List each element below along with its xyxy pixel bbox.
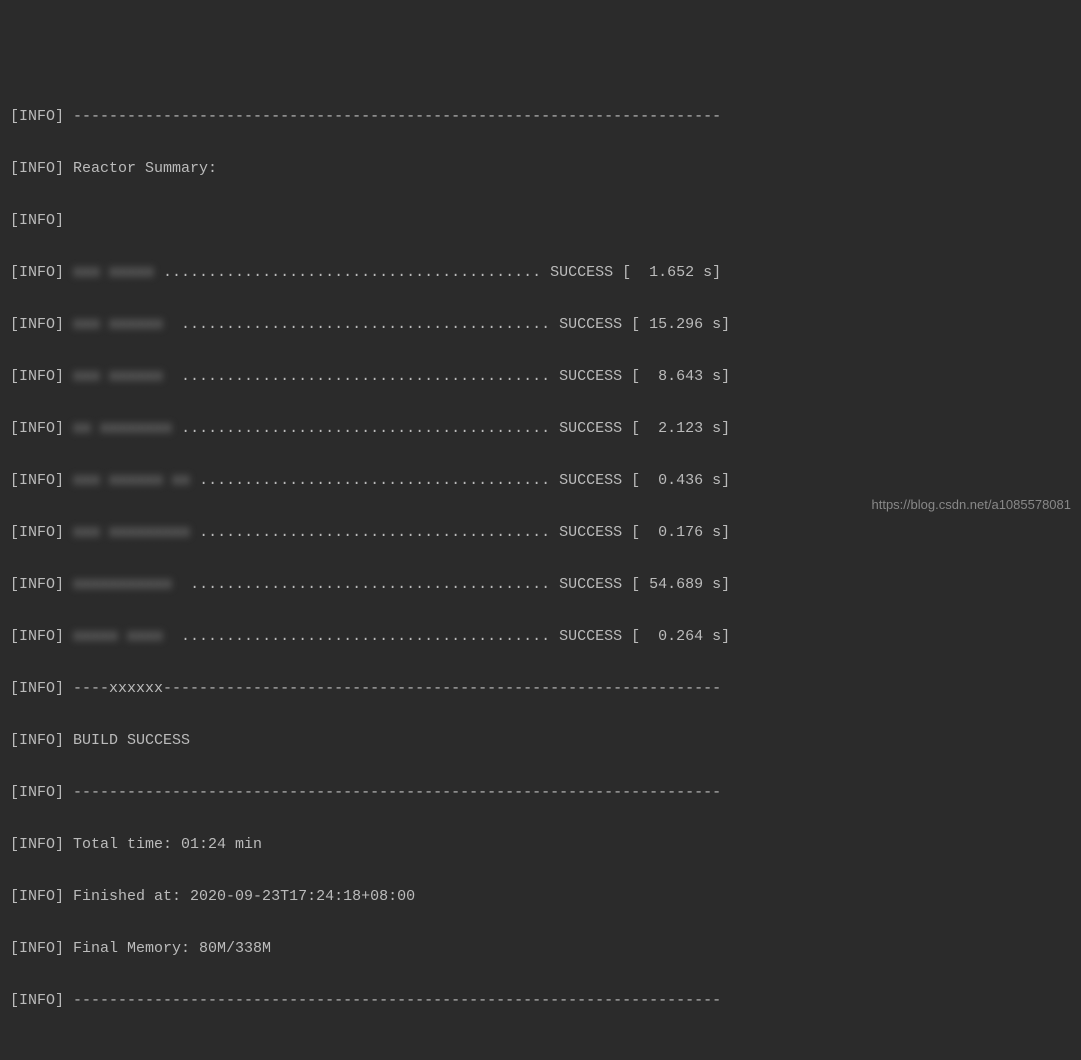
log-line-module: [INFO] xxxxx xxxx ......................…: [10, 624, 1071, 650]
log-line-build-success: [INFO] BUILD SUCCESS: [10, 728, 1071, 754]
log-line-module: [INFO] xxx xxxxxxxxx ...................…: [10, 520, 1071, 546]
log-line-blank: [10, 1040, 1071, 1060]
log-line-total-time: [INFO] Total time: 01:24 min: [10, 832, 1071, 858]
module-name-blurred: xxx xxxxxx: [73, 364, 163, 390]
module-name-blurred: xxx xxxxx: [73, 260, 154, 286]
log-line-module: [INFO] xxx xxxxxx ......................…: [10, 312, 1071, 338]
log-line-separator: [INFO] ---------------------------------…: [10, 104, 1071, 130]
module-name-blurred: xxx xxxxxx xx: [73, 468, 190, 494]
module-name-blurred: xx xxxxxxxx: [73, 416, 172, 442]
log-line-module: [INFO] xxx xxxxxx ......................…: [10, 364, 1071, 390]
module-name-blurred: xxx xxxxxxxxx: [73, 520, 190, 546]
log-line-separator-partial-blur: [INFO] ----xxxxxx-----------------------…: [10, 676, 1071, 702]
log-line-module: [INFO] xxx xxxxxx xx ...................…: [10, 468, 1071, 494]
module-name-blurred: xxx xxxxxx: [73, 312, 163, 338]
log-line-final-memory: [INFO] Final Memory: 80M/338M: [10, 936, 1071, 962]
watermark-text: https://blog.csdn.net/a1085578081: [872, 492, 1072, 518]
log-line-empty: [INFO]: [10, 208, 1071, 234]
log-line-module: [INFO] xxx xxxxx .......................…: [10, 260, 1071, 286]
module-name-blurred: xxxxxxxxxxx: [73, 572, 172, 598]
module-name-blurred: xxxxx xxxx: [73, 624, 163, 650]
log-line-module: [INFO] xx xxxxxxxx .....................…: [10, 416, 1071, 442]
log-line-separator: [INFO] ---------------------------------…: [10, 988, 1071, 1014]
log-line-reactor-summary: [INFO] Reactor Summary:: [10, 156, 1071, 182]
log-line-module: [INFO] xxxxxxxxxxx .....................…: [10, 572, 1071, 598]
log-line-finished-at: [INFO] Finished at: 2020-09-23T17:24:18+…: [10, 884, 1071, 910]
log-line-separator: [INFO] ---------------------------------…: [10, 780, 1071, 806]
